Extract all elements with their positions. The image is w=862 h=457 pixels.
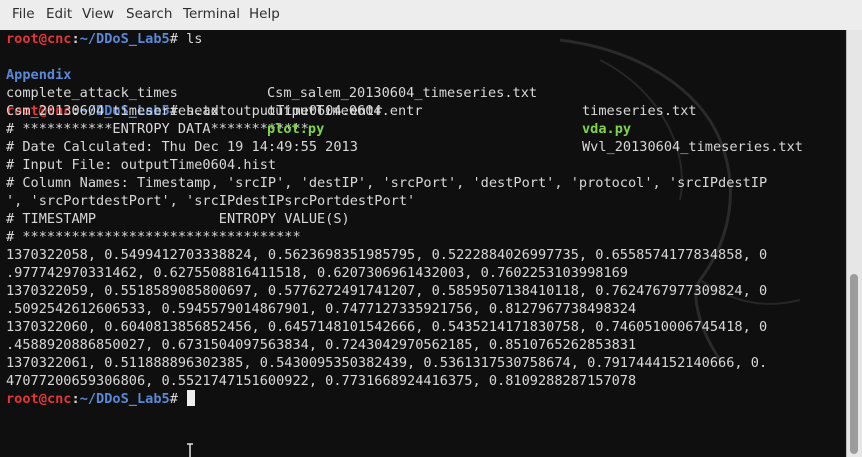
ls-row: Appendix Csm_salem_20130604_timeseries.t… — [6, 48, 767, 119]
ibeam-cursor-icon — [187, 443, 193, 457]
ls-entry: Wvl_20130604_timeseries.txt — [582, 139, 803, 155]
prompt-at: @ — [38, 31, 47, 47]
prompt-host: cnc — [46, 391, 72, 407]
output-line: # ********************************** — [6, 229, 301, 245]
output-line: 1370322060, 0.6040813856852456, 0.645714… — [6, 319, 768, 335]
output-line: # Input File: outputTime0604.hist — [6, 157, 277, 173]
menu-bar: File Edit View Search Terminal Help — [0, 0, 862, 31]
ls-entry: outputTime0604.entr — [267, 103, 423, 119]
ls-row: complete_attack_times outputTime0604.ent… — [6, 66, 767, 137]
output-line: 47077200659306806, 0.5521747151600922, 0… — [6, 373, 637, 389]
prompt-hash: # — [169, 391, 187, 407]
output-line: .5092542612606533, 0.5945579014867901, 0… — [6, 301, 637, 317]
scrollbar-thumb[interactable] — [850, 274, 858, 454]
ls-entry-exec: vda.py — [582, 121, 632, 137]
terminal-output[interactable]: root@cnc:~/DDoS_Lab5# ls Appendix Csm_sa… — [0, 30, 846, 457]
menu-edit[interactable]: Edit — [45, 6, 73, 22]
menu-search[interactable]: Search — [125, 6, 173, 22]
menu-terminal[interactable]: Terminal — [182, 6, 241, 22]
output-line: .977742970331462, 0.6275508816411518, 0.… — [6, 265, 628, 281]
menu-file[interactable]: File — [11, 6, 36, 22]
command-text: ls — [186, 31, 203, 47]
ls-entry: timeseries.txt — [582, 103, 697, 119]
prompt-line: root@cnc:~/DDoS_Lab5# — [6, 390, 767, 408]
prompt-line: root@cnc:~/DDoS_Lab5# ls — [6, 30, 767, 48]
menu-help[interactable]: Help — [248, 6, 281, 22]
text-cursor — [187, 390, 196, 406]
output-line: # ***********ENTROPY DATA************ — [6, 121, 309, 137]
output-line: .4588920886850027, 0.6731504097563834, 0… — [6, 337, 637, 353]
prompt-at: @ — [38, 391, 47, 407]
output-line: 1370322061, 0.511888896302385, 0.5430095… — [6, 355, 768, 371]
menu-view[interactable]: View — [81, 6, 115, 22]
ls-row: Csm_20130604_timeseries.txt plot.py Wvl_… — [6, 84, 803, 155]
prompt-path: ~/DDoS_Lab5 — [79, 391, 170, 407]
prompt-user: root — [6, 31, 39, 47]
output-line: 1370322059, 0.5518589085800697, 0.577627… — [6, 283, 768, 299]
output-line: # TIMESTAMP ENTROPY VALUE(S) — [6, 211, 350, 227]
vertical-scrollbar[interactable] — [846, 30, 862, 457]
prompt-host: cnc — [46, 31, 72, 47]
output-line: ', 'srcPortdestPort', 'srcIPdestIPsrcPor… — [6, 193, 416, 209]
output-line: 1370322058, 0.5499412703338824, 0.562369… — [6, 247, 768, 263]
prompt-sep: : — [71, 31, 80, 47]
ls-entry-exec: plot.py — [267, 121, 325, 137]
prompt-path: ~/DDoS_Lab5 — [79, 31, 170, 47]
prompt-hash: # — [169, 31, 187, 47]
ls-entry: Csm_20130604_timeseries.txt — [6, 103, 227, 119]
output-line: # Column Names: Timestamp, 'srcIP', 'des… — [6, 175, 768, 191]
prompt-user: root — [6, 391, 39, 407]
prompt-sep: : — [71, 391, 80, 407]
